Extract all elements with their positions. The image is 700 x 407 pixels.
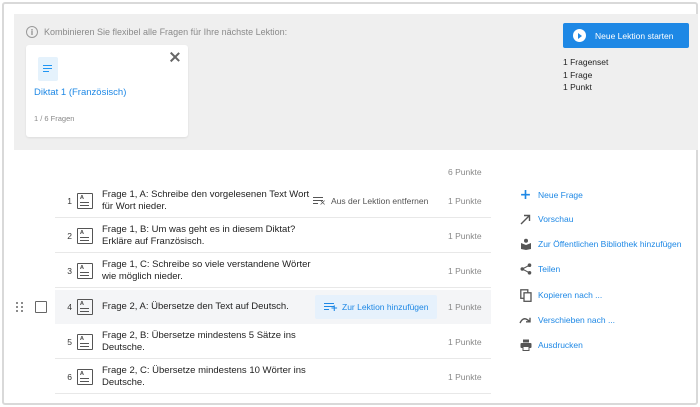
text-question-icon: A bbox=[77, 369, 93, 385]
summary-sets: 1 Fragenset bbox=[563, 57, 609, 67]
info-text: Kombinieren Sie flexibel alle Fragen für… bbox=[44, 27, 288, 37]
text-question-icon: A bbox=[77, 299, 93, 315]
print-label: Ausdrucken bbox=[538, 340, 583, 350]
questionset-title[interactable]: Diktat 1 (Französisch) bbox=[34, 87, 126, 98]
copy-icon bbox=[519, 288, 532, 302]
question-text: Frage 1, B: Um was geht es in diesem Dik… bbox=[102, 224, 296, 247]
question-number: 1 bbox=[67, 196, 72, 206]
info-hint: i Kombinieren Sie flexibel alle Fragen f… bbox=[26, 26, 287, 38]
text-question-icon: A bbox=[77, 334, 93, 350]
summary-points: 1 Punkt bbox=[563, 82, 592, 92]
add-to-library-label: Zur Öffentlichen Bibliothek hinzufügen bbox=[538, 239, 682, 249]
start-lesson-label: Neue Lektion starten bbox=[595, 30, 674, 41]
question-text: Frage 2, B: Übersetze mindestens 5 Sätze… bbox=[102, 330, 296, 353]
preview-link[interactable]: Vorschau bbox=[519, 212, 573, 226]
add-to-library-link[interactable]: Zur Öffentlichen Bibliothek hinzufügen bbox=[519, 237, 682, 251]
question-points: 1 Punkte bbox=[448, 337, 482, 347]
question-row[interactable]: 4 A Frage 2, A: Übersetze den Text auf D… bbox=[55, 290, 491, 324]
plus-icon: + bbox=[519, 187, 532, 203]
copy-to-link[interactable]: Kopieren nach ... bbox=[519, 288, 602, 302]
start-lesson-button[interactable]: Neue Lektion starten bbox=[563, 23, 689, 48]
question-number: 5 bbox=[67, 337, 72, 347]
copy-to-label: Kopieren nach ... bbox=[538, 290, 603, 300]
row-checkbox[interactable] bbox=[35, 301, 47, 313]
print-link[interactable]: Ausdrucken bbox=[519, 338, 583, 352]
question-number: 3 bbox=[67, 266, 72, 276]
add-to-lesson-button[interactable]: + Zur Lektion hinzufügen bbox=[315, 295, 438, 319]
total-points: 6 Punkte bbox=[448, 167, 482, 177]
preview-label: Vorschau bbox=[538, 214, 574, 224]
text-question-icon: A bbox=[77, 193, 93, 209]
lesson-composer-panel: i Kombinieren Sie flexibel alle Fragen f… bbox=[14, 14, 698, 150]
question-number: 4 bbox=[67, 302, 72, 312]
close-icon[interactable] bbox=[169, 51, 181, 63]
new-question-label: Neue Frage bbox=[538, 190, 583, 200]
questionset-count: 1 / 6 Fragen bbox=[34, 114, 75, 123]
question-points: 1 Punkte bbox=[448, 231, 482, 241]
add-list-icon: + bbox=[324, 302, 338, 314]
library-icon bbox=[519, 238, 532, 251]
remove-list-icon: × bbox=[313, 196, 326, 207]
question-points: 1 Punkte bbox=[448, 266, 482, 276]
question-text: Frage 1, C: Schreibe so viele verstanden… bbox=[102, 259, 311, 282]
question-number: 6 bbox=[67, 372, 72, 382]
selected-questionset-card[interactable]: Diktat 1 (Französisch) 1 / 6 Fragen bbox=[26, 45, 188, 137]
question-row[interactable]: 6 A Frage 2, C: Übersetze mindestens 10 … bbox=[55, 360, 491, 394]
lesson-summary: 1 Fragenset 1 Frage 1 Punkt bbox=[563, 56, 608, 94]
info-icon: i bbox=[26, 26, 38, 38]
question-row[interactable]: 1 A Frage 1, A: Schreibe den vorgelesene… bbox=[55, 184, 491, 218]
drag-handle-icon[interactable] bbox=[16, 302, 24, 312]
question-text: Frage 2, C: Übersetze mindestens 10 Wört… bbox=[102, 365, 306, 388]
move-to-label: Verschieben nach ... bbox=[538, 315, 616, 325]
share-link[interactable]: Teilen bbox=[519, 262, 560, 276]
summary-questions: 1 Frage bbox=[563, 69, 593, 80]
question-text: Frage 2, A: Übersetze den Text auf Deuts… bbox=[102, 301, 289, 312]
question-row[interactable]: 5 A Frage 2, B: Übersetze mindestens 5 S… bbox=[55, 325, 491, 359]
question-number: 2 bbox=[67, 231, 72, 241]
add-to-lesson-label: Zur Lektion hinzufügen bbox=[342, 302, 429, 312]
remove-from-lesson-button[interactable]: × Aus der Lektion entfernen bbox=[313, 184, 428, 218]
question-points: 1 Punkte bbox=[448, 196, 482, 206]
move-icon bbox=[519, 314, 532, 327]
share-label: Teilen bbox=[538, 264, 561, 274]
share-icon bbox=[519, 263, 532, 276]
remove-from-lesson-label: Aus der Lektion entfernen bbox=[331, 196, 429, 206]
question-row[interactable]: 3 A Frage 1, C: Schreibe so viele versta… bbox=[55, 254, 491, 288]
document-icon bbox=[38, 57, 58, 81]
play-icon bbox=[573, 29, 586, 42]
text-question-icon: A bbox=[77, 263, 93, 279]
print-icon bbox=[519, 339, 532, 352]
question-row[interactable]: 2 A Frage 1, B: Um was geht es in diesem… bbox=[55, 219, 491, 253]
question-text: Frage 1, A: Schreibe den vorgelesenen Te… bbox=[102, 189, 310, 212]
question-points: 1 Punkte bbox=[448, 372, 482, 382]
question-points: 1 Punkte bbox=[448, 302, 482, 312]
move-to-link[interactable]: Verschieben nach ... bbox=[519, 313, 615, 327]
arrow-icon bbox=[519, 213, 532, 226]
new-question-link[interactable]: + Neue Frage bbox=[519, 187, 583, 203]
text-question-icon: A bbox=[77, 228, 93, 244]
